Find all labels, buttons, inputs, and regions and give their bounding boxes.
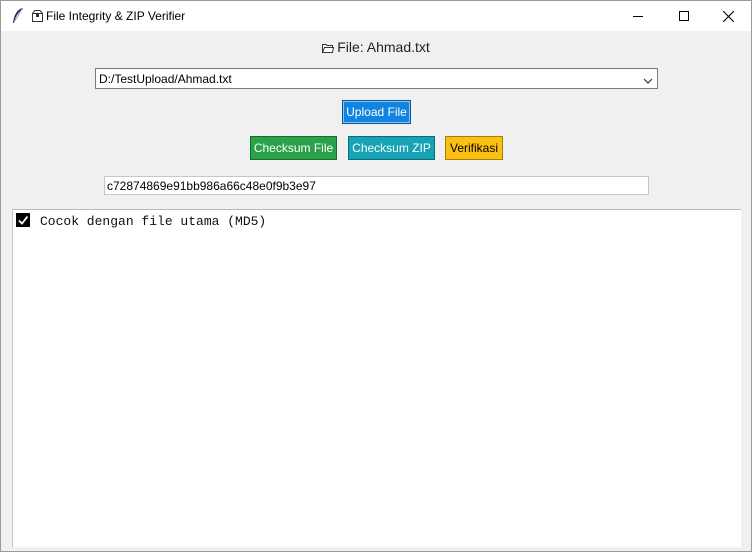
minimize-button[interactable] bbox=[615, 1, 661, 31]
selected-file-text: File: Ahmad.txt bbox=[337, 39, 430, 55]
result-output-area[interactable]: Cocok dengan file utama (MD5) bbox=[12, 209, 741, 547]
maximize-button[interactable] bbox=[661, 1, 707, 31]
package-emoji-icon bbox=[32, 10, 43, 22]
tk-feather-icon bbox=[11, 7, 25, 25]
maximize-icon bbox=[679, 11, 689, 21]
file-path-value: D:/TestUpload/Ahmad.txt bbox=[99, 72, 232, 86]
result-line-text: Cocok dengan file utama (MD5) bbox=[40, 214, 267, 229]
hash-value: c72874869e91bb986a66c48e0f9b3e97 bbox=[107, 179, 316, 193]
check-mark-icon bbox=[16, 213, 30, 227]
chevron-down-icon[interactable] bbox=[643, 74, 653, 84]
result-line: Cocok dengan file utama (MD5) bbox=[16, 213, 266, 229]
hash-input[interactable]: c72874869e91bb986a66c48e0f9b3e97 bbox=[104, 176, 649, 195]
minimize-icon bbox=[633, 16, 643, 17]
window-title: File Integrity & ZIP Verifier bbox=[46, 9, 186, 23]
close-button[interactable] bbox=[705, 1, 751, 31]
file-path-combobox[interactable]: D:/TestUpload/Ahmad.txt bbox=[95, 68, 658, 89]
checksum-file-button[interactable]: Checksum File bbox=[250, 136, 337, 160]
app-window: File Integrity & ZIP Verifier File: Ahma… bbox=[0, 0, 752, 552]
upload-file-button[interactable]: Upload File bbox=[342, 100, 411, 124]
title-bar[interactable]: File Integrity & ZIP Verifier bbox=[1, 1, 751, 31]
verify-button[interactable]: Verifikasi bbox=[445, 136, 503, 160]
selected-file-label: File: Ahmad.txt bbox=[1, 39, 751, 55]
open-folder-icon bbox=[321, 40, 335, 53]
checksum-zip-button[interactable]: Checksum ZIP bbox=[348, 136, 435, 160]
close-icon bbox=[722, 10, 734, 22]
